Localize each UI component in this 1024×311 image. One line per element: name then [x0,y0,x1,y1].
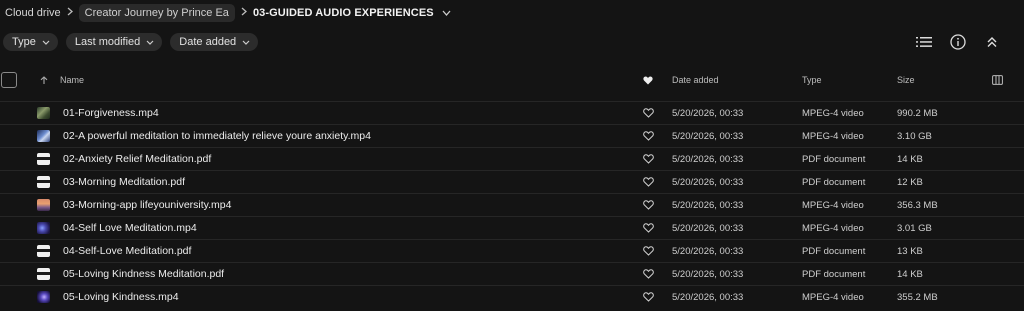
file-size: 356.3 MB [897,199,938,211]
heart-outline-icon[interactable] [642,217,654,239]
file-name[interactable]: 02-Anxiety Relief Meditation.pdf [63,148,211,170]
pdf-file-icon [37,176,50,188]
file-name[interactable]: 02-A powerful meditation to immediately … [63,125,371,147]
file-name[interactable]: 04-Self Love Meditation.mp4 [63,217,197,239]
file-name[interactable]: 04-Self-Love Meditation.pdf [63,240,191,262]
date-added: 5/20/2026, 00:33 [672,107,744,119]
column-header-type[interactable]: Type [802,70,822,90]
video-thumbnail [37,222,50,234]
sort-arrow-up-icon[interactable] [40,70,48,90]
pdf-file-icon [37,245,50,257]
table-row[interactable]: 04-Self Love Meditation.mp4 5/20/2026, 0… [0,216,1024,239]
select-all-checkbox[interactable] [1,72,17,88]
file-type: PDF document [802,245,866,257]
file-size: 990.2 MB [897,107,938,119]
table-row[interactable]: 01-Forgiveness.mp4 5/20/2026, 00:33 MPEG… [0,101,1024,124]
file-name[interactable]: 03-Morning Meditation.pdf [63,171,185,193]
date-added: 5/20/2026, 00:33 [672,153,744,165]
date-added: 5/20/2026, 00:33 [672,130,744,142]
file-type: PDF document [802,176,866,188]
date-added: 5/20/2026, 00:33 [672,245,744,257]
chevron-down-icon[interactable] [442,8,451,19]
file-size: 13 KB [897,245,923,257]
column-header-name[interactable]: Name [60,70,84,90]
file-type: MPEG-4 video [802,222,864,234]
file-type: MPEG-4 video [802,107,864,119]
heart-outline-icon[interactable] [642,102,654,124]
filter-label: Last modified [74,36,141,48]
chevron-right-icon [67,7,73,19]
file-name[interactable]: 05-Loving Kindness Meditation.pdf [63,263,224,285]
breadcrumb-parent[interactable]: Creator Journey by Prince Ea [78,4,235,22]
video-thumbnail [37,199,50,211]
file-size: 3.01 GB [897,222,932,234]
heart-outline-icon[interactable] [642,286,654,308]
table-row[interactable]: 02-A powerful meditation to immediately … [0,124,1024,147]
file-name[interactable]: 01-Forgiveness.mp4 [63,102,159,124]
date-added: 5/20/2026, 00:33 [672,291,744,303]
heart-outline-icon[interactable] [642,171,654,193]
file-size: 14 KB [897,268,923,280]
table-row[interactable]: 03-Morning-app lifeyouniversity.mp4 5/20… [0,193,1024,216]
date-added: 5/20/2026, 00:33 [672,222,744,234]
file-name[interactable]: 03-Morning-app lifeyouniversity.mp4 [63,194,231,216]
info-icon[interactable] [948,32,968,52]
view-toolbar [914,32,1002,52]
pdf-file-icon [37,268,50,280]
file-size: 355.2 MB [897,291,938,303]
chevron-down-icon [42,38,50,47]
heart-outline-icon[interactable] [642,240,654,262]
chevron-down-icon [146,38,154,47]
file-type: PDF document [802,268,866,280]
filter-label: Date added [179,36,237,48]
breadcrumb: Cloud drive Creator Journey by Prince Ea… [0,0,1024,26]
video-thumbnail [37,291,50,303]
table-row[interactable]: 05-Loving Kindness Meditation.pdf 5/20/2… [0,262,1024,285]
video-thumbnail [37,107,50,119]
heart-outline-icon[interactable] [642,148,654,170]
file-size: 14 KB [897,153,923,165]
date-added: 5/20/2026, 00:33 [672,268,744,280]
date-added: 5/20/2026, 00:33 [672,199,744,211]
heart-outline-icon[interactable] [642,263,654,285]
date-added: 5/20/2026, 00:33 [672,176,744,188]
filter-bar: Type Last modified Date added [3,33,259,51]
filter-last-modified-dropdown[interactable]: Last modified [65,33,163,51]
chevron-right-icon [241,7,247,19]
breadcrumb-current-folder[interactable]: 03-GUIDED AUDIO EXPERIENCES [253,7,434,19]
column-header-size[interactable]: Size [897,70,915,90]
favorite-column-heart-icon[interactable] [643,70,653,90]
filter-type-dropdown[interactable]: Type [3,33,58,51]
filter-date-added-dropdown[interactable]: Date added [170,33,259,51]
filter-label: Type [12,36,36,48]
file-type: MPEG-4 video [802,130,864,142]
file-size: 3.10 GB [897,130,932,142]
column-settings-icon[interactable] [992,70,1003,90]
pdf-file-icon [37,153,50,165]
chevron-down-icon [242,38,250,47]
file-name[interactable]: 05-Loving Kindness.mp4 [63,286,179,308]
video-thumbnail [37,130,50,142]
breadcrumb-root[interactable]: Cloud drive [5,7,61,19]
list-view-icon[interactable] [914,32,934,52]
table-header: Name Date added Type Size [0,70,1024,90]
heart-outline-icon[interactable] [642,194,654,216]
file-type: MPEG-4 video [802,291,864,303]
table-row[interactable]: 04-Self-Love Meditation.pdf 5/20/2026, 0… [0,239,1024,262]
heart-outline-icon[interactable] [642,125,654,147]
column-header-date-added[interactable]: Date added [672,70,719,90]
file-type: PDF document [802,153,866,165]
table-row[interactable]: 05-Loving Kindness.mp4 5/20/2026, 00:33 … [0,285,1024,308]
file-list: 01-Forgiveness.mp4 5/20/2026, 00:33 MPEG… [0,101,1024,308]
collapse-icon[interactable] [982,32,1002,52]
table-row[interactable]: 03-Morning Meditation.pdf 5/20/2026, 00:… [0,170,1024,193]
table-row[interactable]: 02-Anxiety Relief Meditation.pdf 5/20/20… [0,147,1024,170]
file-type: MPEG-4 video [802,199,864,211]
file-size: 12 KB [897,176,923,188]
